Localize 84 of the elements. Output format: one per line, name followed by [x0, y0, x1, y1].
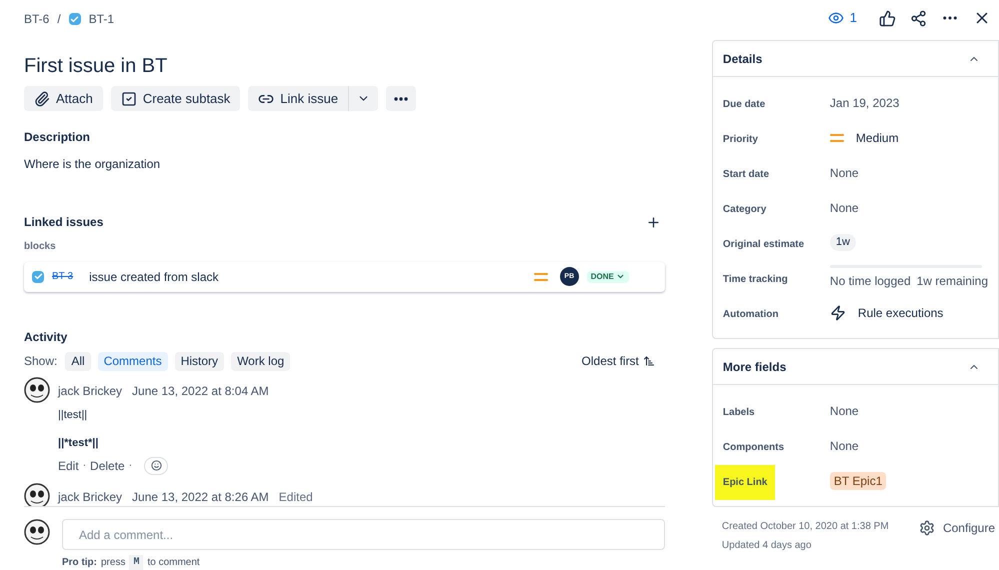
comment-author[interactable]: jack Brickey: [58, 488, 122, 506]
create-subtask-button[interactable]: Create subtask: [110, 86, 240, 111]
section-heading: Linked issues: [24, 214, 104, 231]
pro-tip-text: press: [101, 556, 126, 570]
filter-tab[interactable]: All: [65, 352, 91, 371]
field-label: Due date: [722, 98, 766, 110]
edited-label: Edited: [278, 488, 313, 506]
rule-executions-link[interactable]: Rule executions: [858, 304, 944, 322]
configure-button[interactable]: Configure: [918, 519, 995, 537]
lightning-icon: [830, 304, 846, 320]
eye-icon: [828, 10, 844, 26]
estimate-tag: 1w: [830, 234, 856, 251]
subtask-icon: [120, 90, 137, 106]
comment-time: June 13, 2022 at 8:04 AM: [132, 382, 269, 400]
priority-icon: [830, 132, 844, 142]
breadcrumb-link[interactable]: BT-6: [24, 10, 50, 28]
priority-icon: [534, 272, 548, 282]
comment-action-link[interactable]: Delete: [90, 458, 125, 473]
field-label: Epic Link: [714, 464, 776, 500]
field-value: None: [830, 164, 859, 182]
sort-icon: [642, 355, 655, 368]
share-icon[interactable]: [910, 10, 927, 26]
reaction-button[interactable]: [144, 456, 168, 475]
show-label: Show:: [24, 353, 58, 370]
thumbs-up-icon[interactable]: [879, 10, 896, 26]
comment-author[interactable]: jack Brickey: [58, 382, 122, 400]
relation-label: blocks: [24, 240, 57, 254]
filter-tab[interactable]: History: [174, 352, 224, 371]
field-label: Labels: [722, 406, 755, 418]
separator-dot: ·: [82, 458, 86, 473]
field-value: No time logged: [830, 273, 911, 290]
epic-link-tag[interactable]: BT Epic1: [830, 472, 886, 490]
field-value: Medium: [856, 130, 899, 146]
comment-action-link[interactable]: Edit: [58, 458, 79, 473]
field-label: Components: [722, 442, 784, 452]
sort-button[interactable]: Oldest first: [582, 352, 655, 370]
avatar-icon: [24, 482, 50, 506]
status-button[interactable]: DONE: [586, 270, 629, 283]
field-label: Original estimate: [722, 238, 804, 250]
comment-input[interactable]: Add a comment...: [62, 519, 665, 550]
updated-text: Updated 4 days ago: [722, 539, 812, 553]
field-value: None: [830, 402, 859, 420]
filter-tab[interactable]: Work log: [231, 352, 290, 371]
separator-dot: ·: [128, 458, 132, 473]
issue-summary: issue created from slack: [89, 268, 220, 286]
link-issue-button[interactable]: Link issue: [248, 86, 348, 111]
avatar-icon: [24, 376, 50, 403]
pro-tip-label: Pro tip:: [62, 556, 97, 570]
add-icon[interactable]: [646, 214, 661, 230]
paperclip-icon: [34, 90, 50, 106]
comment-text: ||*test*||: [58, 436, 100, 450]
pro-tip-text: to comment: [147, 556, 200, 570]
filter-tab[interactable]: Comments: [98, 352, 168, 371]
issue-title: First issue in BT: [24, 54, 168, 78]
comment-time: June 13, 2022 at 8:26 AM: [132, 488, 269, 506]
created-text: Created October 10, 2020 at 1:38 PM: [722, 520, 889, 534]
more-icon: [394, 96, 408, 100]
field-label: Priority: [722, 134, 758, 144]
panel-title: More fields: [722, 358, 786, 376]
gear-icon: [918, 520, 935, 536]
field-label: Start date: [722, 168, 770, 180]
task-icon: [32, 270, 44, 283]
field-value: None: [830, 200, 859, 216]
watch-button[interactable]: 1: [828, 8, 857, 28]
panel-title: Details: [722, 50, 762, 68]
field-value: Jan 19, 2023: [830, 94, 900, 112]
smiley-icon: [150, 460, 162, 472]
breadcrumb-link[interactable]: BT-1: [88, 10, 114, 28]
field-label: Automation: [722, 308, 778, 320]
comment-text: ||test||: [58, 408, 88, 422]
remaining-text: 1w remaining: [916, 273, 988, 290]
section-heading: Description: [24, 129, 92, 146]
section-heading: Activity: [24, 328, 68, 346]
attach-button[interactable]: Attach: [24, 86, 103, 111]
more-button[interactable]: [386, 86, 416, 111]
field-label: Time tracking: [722, 274, 788, 284]
task-icon: [68, 13, 81, 25]
keyboard-key: M: [129, 555, 144, 570]
breadcrumb-separator: /: [57, 11, 61, 28]
avatar-icon: [24, 519, 50, 545]
description-text: Where is the organization: [24, 156, 162, 173]
field-label: Category: [722, 204, 766, 214]
issue-key-link[interactable]: BT-3: [52, 269, 74, 284]
field-value: None: [830, 438, 859, 454]
